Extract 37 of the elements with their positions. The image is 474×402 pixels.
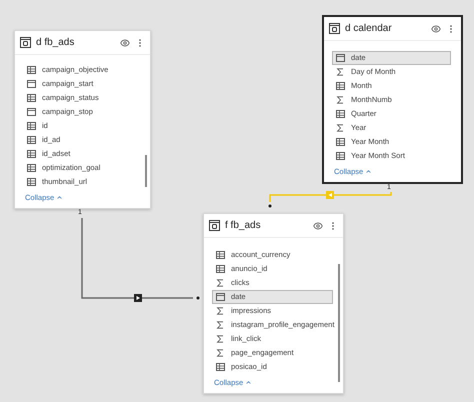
table-column-icon bbox=[27, 94, 36, 102]
table-column-icon bbox=[27, 66, 36, 74]
table-column-icon bbox=[336, 82, 345, 90]
sigma-icon bbox=[336, 96, 345, 104]
table-icon bbox=[209, 220, 220, 231]
sigma-icon bbox=[336, 124, 345, 132]
chevron-up-icon bbox=[365, 168, 372, 176]
table-column-icon bbox=[27, 150, 36, 158]
visibility-icon[interactable] bbox=[313, 220, 323, 230]
table-column-icon bbox=[216, 265, 225, 273]
chevron-up-icon bbox=[56, 194, 64, 202]
table-column-icon bbox=[27, 136, 36, 144]
visibility-icon[interactable] bbox=[431, 24, 441, 34]
calendar-icon bbox=[336, 54, 345, 62]
sigma-icon bbox=[216, 279, 225, 287]
table-icon bbox=[20, 37, 31, 48]
chevron-up-icon bbox=[245, 379, 252, 386]
table-column-icon bbox=[216, 363, 225, 371]
table-title: f fb_ads bbox=[225, 219, 262, 233]
table-icon bbox=[329, 23, 340, 34]
table-title: d fb_ads bbox=[36, 36, 76, 50]
table-title: d calendar bbox=[345, 22, 393, 36]
table-column-icon bbox=[336, 138, 345, 146]
scrollbar[interactable] bbox=[338, 264, 340, 382]
scrollbar[interactable] bbox=[145, 155, 147, 187]
table-column-icon bbox=[27, 164, 36, 172]
calendar-icon bbox=[27, 80, 36, 88]
sigma-icon bbox=[336, 68, 345, 76]
table-column-icon bbox=[336, 152, 345, 160]
visibility-icon[interactable] bbox=[120, 38, 130, 48]
table-column-icon bbox=[216, 251, 225, 259]
calendar-icon bbox=[27, 108, 36, 116]
calendar-icon bbox=[216, 293, 225, 301]
table-column-icon bbox=[27, 178, 36, 186]
table-column-icon bbox=[27, 122, 36, 130]
relationship-line[interactable] bbox=[81, 218, 200, 302]
table-column-icon bbox=[336, 110, 345, 118]
